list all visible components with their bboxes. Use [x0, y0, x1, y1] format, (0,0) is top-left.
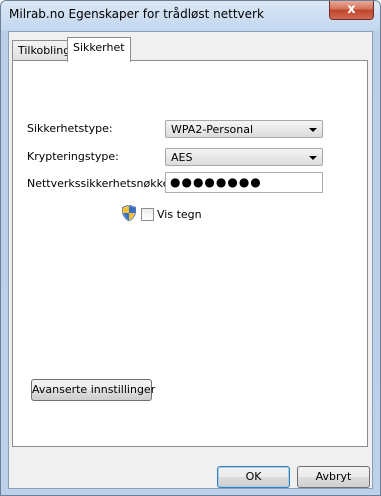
advanced-settings-button[interactable]: Avanserte innstillinger: [31, 379, 155, 401]
tab-sikkerhet[interactable]: Sikkerhet: [67, 37, 131, 62]
close-button[interactable]: x: [329, 1, 374, 20]
show-characters-label: Vis tegn: [157, 208, 202, 221]
security-tab-panel: Sikkerhetstype: WPA2-Personal Kryptering…: [12, 60, 368, 447]
uac-shield-icon: [122, 205, 136, 221]
encryption-type-value: AES: [171, 151, 193, 164]
dialog-client-area: Tilkobling Sikkerhet Sikkerhetstype: WPA…: [8, 31, 373, 489]
security-type-select[interactable]: WPA2-Personal: [165, 120, 323, 138]
ok-button[interactable]: OK: [217, 466, 290, 488]
security-type-value: WPA2-Personal: [171, 123, 254, 136]
network-key-label: Nettverkssikkerhetsnøkkel: [27, 177, 173, 190]
network-key-input[interactable]: ●●●●●●●●: [165, 172, 323, 193]
title-bar: Milrab.no Egenskaper for trådløst nettve…: [1, 1, 380, 31]
window-title: Milrab.no Egenskaper for trådløst nettve…: [9, 7, 264, 21]
chevron-down-icon: [309, 128, 317, 132]
encryption-type-label: Krypteringstype:: [27, 150, 119, 163]
dialog-window: Milrab.no Egenskaper for trådløst nettve…: [0, 0, 381, 496]
cancel-button[interactable]: Avbryt: [297, 466, 370, 488]
encryption-type-select[interactable]: AES: [165, 148, 323, 166]
show-characters-checkbox[interactable]: [141, 208, 154, 221]
security-type-label: Sikkerhetstype:: [27, 122, 113, 135]
chevron-down-icon: [309, 156, 317, 160]
